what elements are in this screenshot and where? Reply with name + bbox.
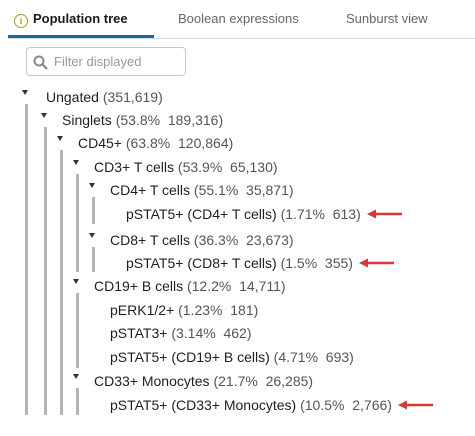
node-name: pSTAT5+ (CD19+ B cells) — [110, 349, 270, 365]
node-name: pSTAT5+ (CD8+ T cells) — [126, 255, 277, 271]
node-stats: (53.8% 189,316) — [115, 112, 224, 128]
tree-node[interactable]: pSTAT3+ (3.14% 462) — [110, 324, 252, 342]
tree-connector-line — [44, 127, 47, 415]
tree-node[interactable]: pSTAT5+ (CD8+ T cells) (1.5% 355) — [126, 254, 353, 272]
node-name: CD4+ T cells — [110, 182, 191, 198]
node-name: CD19+ B cells — [94, 278, 184, 294]
tree-connector-line — [92, 247, 95, 272]
node-stats: (55.1% 35,871) — [193, 182, 294, 198]
node-name: pSTAT3+ — [110, 325, 168, 341]
arrow-left-icon — [358, 258, 394, 268]
tree-node[interactable]: pERK1/2+ (1.23% 181) — [110, 301, 258, 319]
tree-node[interactable]: CD4+ T cells (55.1% 35,871) — [110, 181, 294, 199]
node-stats: (53.9% 65,130) — [177, 159, 278, 175]
node-stats: (21.7% 26,285) — [213, 373, 314, 389]
caret-down-icon[interactable] — [41, 113, 47, 118]
tree-node[interactable]: pSTAT5+ (CD19+ B cells) (4.71% 693) — [110, 348, 354, 366]
arrow-left-icon — [366, 209, 402, 219]
tab-label: Sunburst view — [346, 11, 428, 26]
node-stats: (1.71% 613) — [280, 206, 361, 222]
tab-bar: i Population tree Boolean expressions Sun… — [0, 0, 475, 39]
node-stats: (4.71% 693) — [273, 349, 354, 365]
node-stats: (1.5% 355) — [280, 255, 353, 271]
tab-boolean-expressions[interactable]: Boolean expressions — [178, 0, 299, 38]
caret-down-icon[interactable] — [22, 90, 28, 95]
tree-node[interactable]: pSTAT5+ (CD4+ T cells) (1.71% 613) — [126, 205, 361, 223]
tree-node[interactable]: CD19+ B cells (12.2% 14,711) — [94, 277, 286, 295]
caret-down-icon[interactable] — [89, 183, 95, 188]
caret-down-icon[interactable] — [57, 136, 63, 141]
node-name: CD3+ T cells — [94, 159, 175, 175]
search-icon — [33, 55, 48, 70]
tree-node[interactable]: CD45+ (63.8% 120,864) — [78, 134, 233, 152]
tree-node[interactable]: pSTAT5+ (CD33+ Monocytes) (10.5% 2,766) — [110, 396, 392, 414]
node-stats: (36.3% 23,673) — [193, 232, 294, 248]
node-name: CD33+ Monocytes — [94, 373, 210, 389]
node-name: pSTAT5+ (CD4+ T cells) — [126, 206, 277, 222]
tree-node[interactable]: Singlets (53.8% 189,316) — [62, 111, 223, 129]
tree-node[interactable]: Ungated (351,619) — [46, 88, 163, 106]
node-stats: (1.23% 181) — [178, 302, 259, 318]
caret-down-icon[interactable] — [73, 279, 79, 284]
tree-connector-line — [92, 197, 95, 224]
tab-population-tree[interactable]: i Population tree — [14, 0, 128, 38]
node-stats: (3.14% 462) — [171, 325, 252, 341]
tree-connector-line — [76, 293, 79, 368]
tab-sunburst-view[interactable]: Sunburst view — [346, 0, 428, 38]
node-name: Ungated — [46, 89, 99, 105]
caret-down-icon[interactable] — [89, 233, 95, 238]
caret-down-icon[interactable] — [73, 374, 79, 379]
info-icon: i — [14, 14, 28, 28]
tree-node[interactable]: CD8+ T cells (36.3% 23,673) — [110, 231, 294, 249]
node-name: CD45+ — [78, 135, 122, 151]
arrow-left-icon — [397, 400, 433, 410]
node-name: pERK1/2+ — [110, 302, 175, 318]
node-stats: (351,619) — [102, 89, 163, 105]
tree-connector-line — [60, 150, 63, 415]
caret-down-icon[interactable] — [73, 160, 79, 165]
tab-label: Boolean expressions — [178, 11, 299, 26]
filter-input[interactable] — [54, 52, 180, 71]
tree-connector-line — [76, 388, 79, 415]
tree-node[interactable]: CD33+ Monocytes (21.7% 26,285) — [94, 372, 313, 390]
node-name: Singlets — [62, 112, 112, 128]
tree-connector-line — [76, 174, 79, 272]
node-stats: (10.5% 2,766) — [300, 397, 392, 413]
node-name: CD8+ T cells — [110, 232, 191, 248]
tree-connector-line — [25, 104, 28, 415]
tree-node[interactable]: CD3+ T cells (53.9% 65,130) — [94, 158, 278, 176]
filter-box — [26, 47, 186, 76]
node-stats: (63.8% 120,864) — [125, 135, 234, 151]
tab-divider — [8, 38, 475, 39]
node-name: pSTAT5+ (CD33+ Monocytes) — [110, 397, 297, 413]
tab-label: Population tree — [33, 11, 128, 26]
node-stats: (12.2% 14,711) — [186, 278, 286, 294]
